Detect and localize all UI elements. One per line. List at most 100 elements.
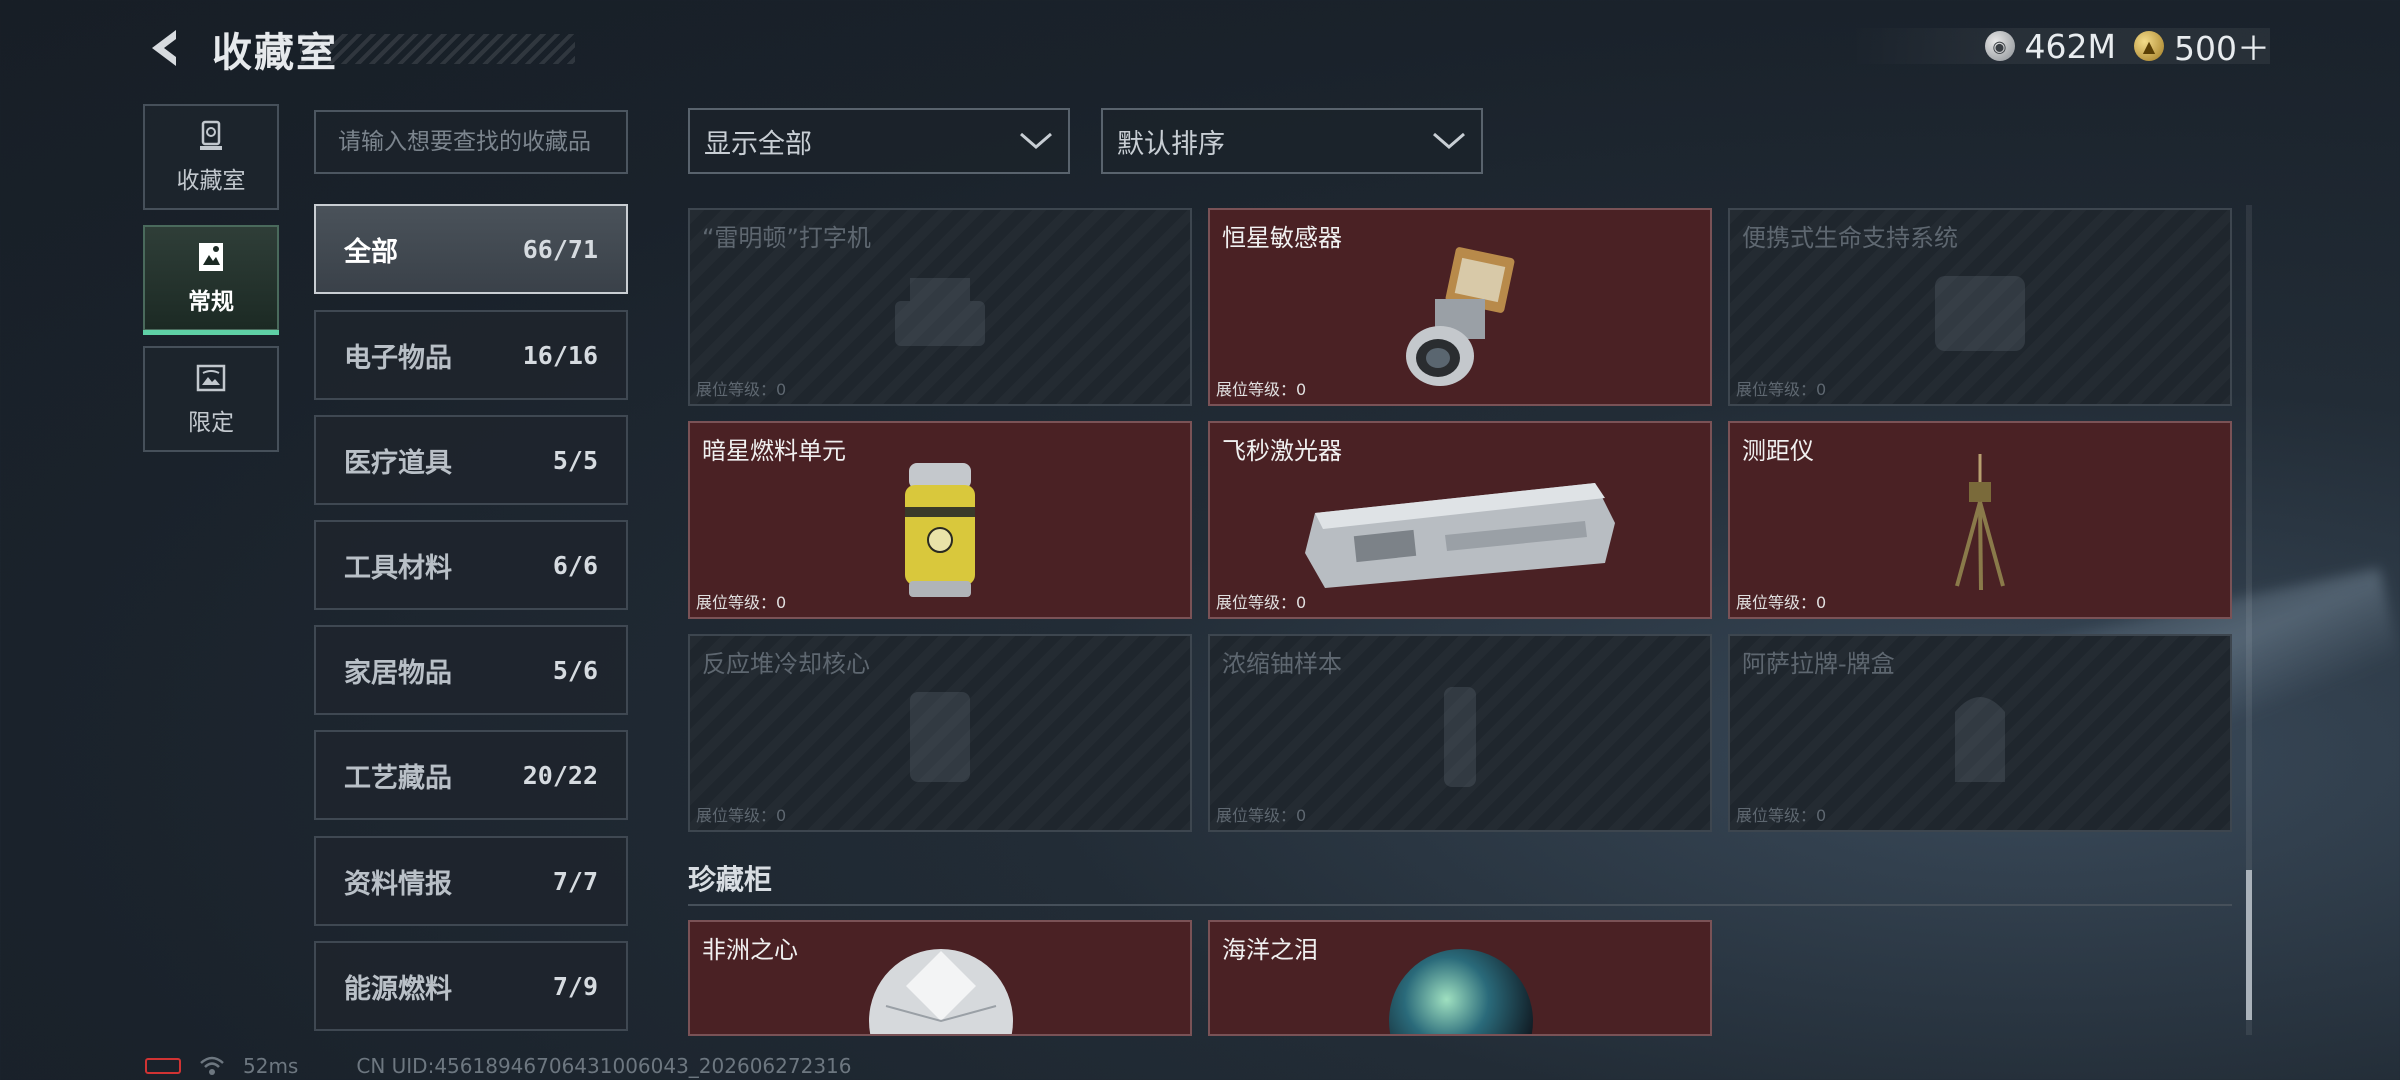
category-energy[interactable]: 能源燃料 7/9 — [314, 941, 628, 1031]
display-level: 展位等级：0 — [696, 806, 787, 825]
uranium-sample-icon — [1444, 686, 1476, 787]
category-count: 7/9 — [552, 971, 598, 1001]
category-count: 6/6 — [552, 550, 598, 580]
chevron-down-icon — [1433, 132, 1465, 149]
category-household[interactable]: 家居物品 5/6 — [314, 625, 628, 715]
category-name: 工具材料 — [344, 552, 452, 584]
sidebar-tab-label: 收藏室 — [176, 168, 246, 194]
display-level: 展位等级：0 — [696, 380, 787, 399]
category-medical[interactable]: 医疗道具 5/5 — [314, 415, 628, 505]
trophy-icon — [200, 120, 222, 150]
user-uid: CN UID:456189467064310060​43_20260627231… — [356, 1054, 852, 1078]
collectible-name: 测距仪 — [1742, 437, 1814, 465]
back-button[interactable] — [140, 22, 192, 74]
category-name: 能源燃料 — [344, 973, 452, 1005]
category-name: 全部 — [344, 236, 398, 268]
dropdown-value: 显示全部 — [704, 128, 812, 160]
category-tools[interactable]: 工具材料 6/6 — [314, 520, 628, 610]
reactor-core-icon — [910, 691, 970, 782]
typewriter-icon — [895, 277, 985, 346]
laser-device-icon — [1305, 482, 1615, 588]
frame-icon — [199, 243, 223, 271]
fuel-canister-icon — [905, 462, 975, 597]
category-electronics[interactable]: 电子物品 16/16 — [314, 310, 628, 400]
category-count: 16/16 — [522, 340, 598, 370]
display-level: 展位等级：0 — [696, 593, 787, 612]
currency-gold[interactable]: ▲ 500＋ — [2134, 22, 2270, 70]
display-level: 展位等级：0 — [1736, 380, 1827, 399]
collectible-card[interactable]: 恒星敏感器 展位等级：0 — [1208, 208, 1712, 406]
sidebar-tab-collection-room[interactable]: 收藏室 — [143, 104, 279, 210]
display-level: 展位等级：0 — [1216, 593, 1307, 612]
category-all[interactable]: 全部 66/71 — [314, 204, 628, 294]
dropdown-value: 默认排序 — [1117, 128, 1225, 160]
battery-icon — [145, 1058, 181, 1074]
silver-coin-icon: ◉ — [1984, 31, 2015, 61]
search-input[interactable] — [314, 110, 628, 174]
category-crafts[interactable]: 工艺藏品 20/22 — [314, 730, 628, 820]
display-level: 展位等级：0 — [1736, 593, 1827, 612]
status-footer: 52ms CN UID:456189467064310060​43_202606… — [145, 1054, 852, 1078]
pearl-orb-icon — [1389, 949, 1533, 1034]
ping-value: 52ms — [243, 1054, 299, 1078]
gold-coin-icon: ▲ — [2134, 31, 2164, 61]
collectible-name: 反应堆冷却核心 — [702, 650, 870, 678]
display-filter-dropdown[interactable]: 显示全部 — [688, 108, 1070, 174]
category-name: 电子物品 — [344, 342, 452, 374]
life-support-icon — [1935, 275, 2025, 351]
back-arrow-icon — [152, 30, 176, 66]
wifi-icon — [200, 1056, 224, 1075]
currency-bar: ◉ 462M ▲ 500＋ — [1850, 26, 2270, 68]
category-count: 66/71 — [522, 234, 598, 264]
diamond-icon — [869, 949, 1013, 1034]
collectible-name: 非洲之心 — [702, 936, 798, 964]
category-count: 5/6 — [552, 655, 598, 685]
collectible-name: 便携式生命支持系统 — [1742, 224, 1958, 252]
category-name: 家居物品 — [344, 657, 452, 689]
collectible-name: 海洋之泪 — [1222, 936, 1318, 964]
category-name: 工艺藏品 — [344, 762, 452, 794]
currency-amount: 500＋ — [2174, 29, 2270, 68]
chevron-down-icon — [1020, 132, 1052, 149]
category-intel[interactable]: 资料情报 7/7 — [314, 836, 628, 926]
collectible-name: 阿萨拉牌-牌盒 — [1742, 650, 1895, 678]
sort-dropdown[interactable]: 默认排序 — [1101, 108, 1483, 174]
display-level: 展位等级：0 — [1216, 380, 1307, 399]
card-box-icon — [1955, 696, 2005, 782]
sidebar-tab-label: 常规 — [188, 289, 234, 315]
scrollbar-thumb[interactable] — [2246, 870, 2252, 1020]
display-level: 展位等级：0 — [1736, 806, 1827, 825]
collectible-card[interactable]: 飞秒激光器 展位等级：0 — [1208, 421, 1712, 619]
sidebar-tab-regular[interactable]: 常规 — [143, 225, 279, 335]
collectible-name: 飞秒激光器 — [1222, 437, 1342, 465]
collectible-card[interactable]: “雷明顿”打字机 展位等级：0 — [688, 208, 1192, 406]
collectible-card[interactable]: 暗星燃料单元 展位等级：0 — [688, 421, 1192, 619]
title-decoration — [300, 34, 575, 64]
collectible-card[interactable]: 测距仪 展位等级：0 — [1728, 421, 2232, 619]
collectible-name: 浓缩铀样本 — [1222, 650, 1342, 678]
rangefinder-tripod-icon — [1955, 453, 2005, 590]
collectible-name: “雷明顿”打字机 — [702, 224, 871, 252]
sidebar-tab-limited[interactable]: 限定 — [143, 346, 279, 452]
category-count: 20/22 — [522, 760, 598, 790]
currency-amount: 462M — [2024, 26, 2116, 66]
currency-silver[interactable]: ◉ 462M — [1984, 26, 2116, 66]
showcase-card[interactable]: 海洋之泪 — [1208, 920, 1712, 1036]
sidebar-tab-label: 限定 — [188, 410, 234, 436]
page-title: 收藏室 — [212, 30, 338, 76]
collectible-card[interactable]: 浓缩铀样本 展位等级：0 — [1208, 634, 1712, 832]
showcase-section-title: 珍藏柜 — [688, 863, 773, 896]
collectible-name: 暗星燃料单元 — [702, 437, 846, 465]
star-sensor-icon — [1406, 246, 1515, 386]
collectible-name: 恒星敏感器 — [1222, 224, 1342, 252]
category-count: 7/7 — [552, 866, 598, 896]
collectible-card[interactable]: 便携式生命支持系统 展位等级：0 — [1728, 208, 2232, 406]
category-name: 资料情报 — [344, 868, 452, 900]
showcase-card[interactable]: 非洲之心 — [688, 920, 1192, 1036]
picture-icon — [196, 364, 226, 392]
display-level: 展位等级：0 — [1216, 806, 1307, 825]
category-count: 5/5 — [552, 445, 598, 475]
section-divider — [688, 904, 2232, 906]
collectible-card[interactable]: 反应堆冷却核心 展位等级：0 — [688, 634, 1192, 832]
collectible-card[interactable]: 阿萨拉牌-牌盒 展位等级：0 — [1728, 634, 2232, 832]
